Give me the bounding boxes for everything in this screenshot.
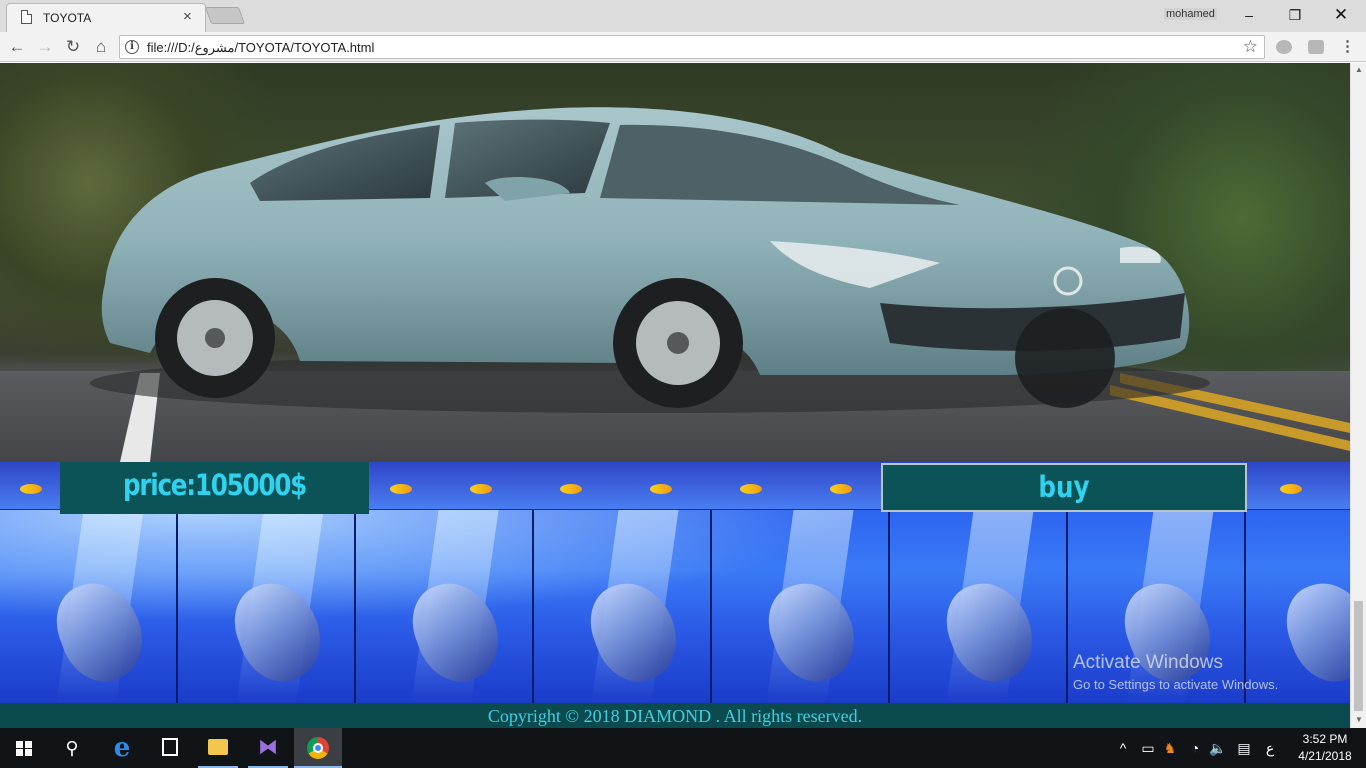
chrome-icon[interactable] <box>294 728 342 768</box>
back-button[interactable]: ← <box>5 35 29 59</box>
edge-icon[interactable]: e <box>98 728 146 768</box>
star-icon[interactable]: ☆ <box>1243 37 1258 57</box>
show-hidden-icons-chevron-icon[interactable]: ^ <box>1113 728 1133 768</box>
fish-image <box>740 484 762 494</box>
fish-image <box>650 484 672 494</box>
start-button[interactable] <box>0 728 48 768</box>
system-clock[interactable]: 3:52 PM 4/21/2018 <box>1290 731 1360 765</box>
new-tab-button[interactable] <box>204 7 246 24</box>
home-button[interactable]: ⌂ <box>89 35 113 59</box>
clock-date: 4/21/2018 <box>1298 749 1352 763</box>
close-window-button[interactable]: ✕ <box>1318 4 1364 26</box>
tab-close-icon[interactable]: × <box>183 8 192 25</box>
page-icon <box>21 10 32 24</box>
fish-image <box>20 484 42 494</box>
clock-time: 3:52 PM <box>1302 732 1348 746</box>
network-adapter-icon[interactable]: ▭ <box>1138 728 1158 768</box>
browser-tab-toyota[interactable]: TOYOTA × <box>6 3 206 32</box>
scroll-down-arrow-icon[interactable]: ▼ <box>1355 715 1363 724</box>
fish-image <box>560 484 582 494</box>
tab-title: TOYOTA <box>43 11 92 25</box>
address-bar[interactable]: i file:///D:/مشروع/TOYOTA/TOYOTA.html ☆ <box>119 35 1265 59</box>
page-viewport: price:105000$ buy Copyright © 2018 DIAMO… <box>0 63 1350 728</box>
file-explorer-icon[interactable] <box>194 728 242 768</box>
reload-button[interactable]: ↻ <box>61 35 85 59</box>
page-footer: Copyright © 2018 DIAMOND . All rights re… <box>0 703 1350 728</box>
action-center-icon[interactable]: ▤ <box>1233 728 1255 768</box>
fish-image <box>830 484 852 494</box>
info-icon[interactable]: i <box>125 40 139 54</box>
fish-image <box>1280 484 1302 494</box>
fish-image <box>470 484 492 494</box>
browser-tabstrip: TOYOTA × mohamed – ❐ ✕ <box>0 0 1366 32</box>
windows-taskbar: ⚲ e ⧓ ^ ▭ ♞ ◔ 🔈 ▤ ع 3:52 PM 4/21/2018 <box>0 728 1366 768</box>
search-icon[interactable]: ⚲ <box>48 728 96 768</box>
visual-studio-icon[interactable]: ⧓ <box>244 728 292 768</box>
price-text: price:105000$ <box>123 468 307 502</box>
firefox-tray-icon[interactable]: ♞ <box>1160 728 1180 768</box>
windows-logo-icon <box>16 741 32 756</box>
toyota-prius-car <box>90 107 1350 462</box>
maximize-button[interactable]: ❐ <box>1272 4 1318 26</box>
page-scrollbar[interactable]: ▲ ▼ <box>1350 63 1366 728</box>
input-language-indicator[interactable]: ع <box>1262 728 1278 768</box>
car-hero-image <box>0 63 1350 462</box>
volume-icon[interactable]: 🔈 <box>1208 728 1228 768</box>
dolphin-image <box>1275 571 1350 693</box>
activate-windows-title: Activate Windows <box>1073 652 1223 673</box>
scroll-up-arrow-icon[interactable]: ▲ <box>1355 65 1363 74</box>
fish-image <box>390 484 412 494</box>
browser-toolbar: ← → ↻ ⌂ i file:///D:/مشروع/TOYOTA/TOYOTA… <box>0 32 1366 62</box>
forward-button[interactable]: → <box>33 35 57 59</box>
buy-button-label: buy <box>1038 470 1090 504</box>
price-label-box: price:105000$ <box>60 462 369 514</box>
extension-icon[interactable] <box>1276 40 1292 54</box>
minimize-button[interactable]: – <box>1226 4 1272 26</box>
scroll-thumb[interactable] <box>1354 601 1363 711</box>
extension-icon[interactable] <box>1308 40 1324 54</box>
activate-windows-subtitle: Go to Settings to activate Windows. <box>1073 677 1279 692</box>
profile-name[interactable]: mohamed <box>1164 8 1217 20</box>
url-text[interactable]: file:///D:/مشروع/TOYOTA/TOYOTA.html <box>147 40 374 56</box>
buy-button[interactable]: buy <box>881 463 1247 512</box>
copyright-text: Copyright © 2018 DIAMOND . All rights re… <box>487 706 863 726</box>
browser-menu-icon[interactable]: ⋮ <box>1340 37 1355 55</box>
wifi-icon[interactable]: ◔ <box>1185 728 1205 768</box>
store-icon[interactable] <box>146 728 194 768</box>
